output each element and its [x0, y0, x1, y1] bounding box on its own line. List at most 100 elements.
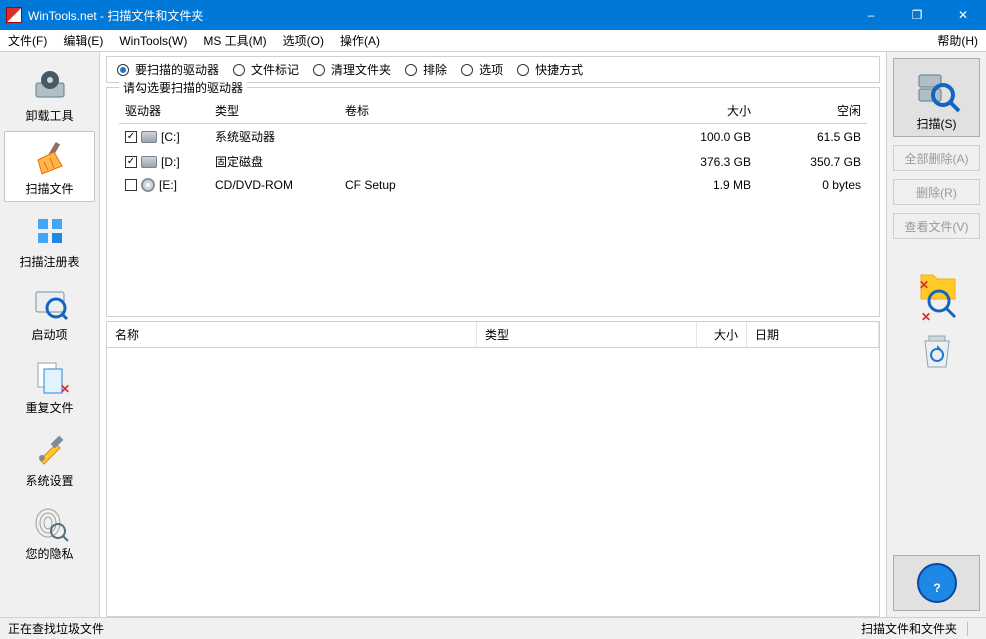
delete-button[interactable]: 删除(R)	[893, 179, 980, 205]
drive-volume	[339, 149, 647, 174]
sidebar: 卸载工具 扫描文件 扫描注册表 启动项 ✕ 重复文件	[0, 52, 100, 617]
sidebar-item-system-settings[interactable]: 系统设置	[4, 423, 95, 494]
menu-file[interactable]: 文件(F)	[0, 30, 55, 51]
app-icon	[6, 7, 22, 23]
tab-cleanup-folders[interactable]: 清理文件夹	[313, 61, 391, 78]
menu-bar: 文件(F) 编辑(E) WinTools(W) MS 工具(M) 选项(O) 操…	[0, 30, 986, 52]
tab-options[interactable]: 选项	[461, 61, 503, 78]
menu-options[interactable]: 选项(O)	[275, 30, 332, 51]
drive-type: CD/DVD-ROM	[209, 174, 339, 196]
drive-name: [D:]	[161, 155, 180, 169]
scan-button[interactable]: 扫描(S)	[893, 58, 980, 137]
registry-icon	[30, 211, 70, 251]
drive-volume	[339, 124, 647, 150]
sidebar-item-privacy[interactable]: 您的隐私	[4, 496, 95, 567]
radio-icon	[517, 64, 529, 76]
col-name[interactable]: 名称	[107, 322, 477, 347]
svg-text:✕: ✕	[921, 310, 931, 323]
sidebar-item-label: 卸载工具	[25, 107, 73, 124]
col-volume[interactable]: 卷标	[339, 98, 647, 124]
svg-text:?: ?	[933, 581, 940, 595]
sidebar-item-duplicates[interactable]: ✕ 重复文件	[4, 350, 95, 421]
cd-drive-icon	[141, 178, 155, 192]
sidebar-item-startup[interactable]: 启动项	[4, 277, 95, 348]
tab-shortcut[interactable]: 快捷方式	[517, 61, 583, 78]
drive-type: 系统驱动器	[209, 124, 339, 150]
sidebar-item-label: 您的隐私	[25, 545, 73, 562]
radio-icon	[313, 64, 325, 76]
minimize-button[interactable]: –	[848, 0, 894, 30]
drive-free: 0 bytes	[757, 174, 867, 196]
drive-checkbox[interactable]	[125, 131, 137, 143]
drive-checkbox[interactable]	[125, 179, 137, 191]
delete-all-button[interactable]: 全部删除(A)	[893, 145, 980, 171]
tab-exclude[interactable]: 排除	[405, 61, 447, 78]
status-bar: 正在查找垃圾文件 扫描文件和文件夹	[0, 617, 986, 639]
tab-drives[interactable]: 要扫描的驱动器	[117, 61, 219, 78]
folder-search-icon[interactable]: ✕✕	[893, 267, 980, 323]
view-file-button[interactable]: 查看文件(V)	[893, 213, 980, 239]
drive-name: [E:]	[159, 178, 177, 192]
scan-button-label: 扫描(S)	[917, 115, 957, 132]
window-controls: – ❐ ✕	[848, 0, 986, 30]
sidebar-item-label: 扫描文件	[25, 180, 73, 197]
tab-file-marks[interactable]: 文件标记	[233, 61, 299, 78]
menu-help[interactable]: 帮助(H)	[929, 30, 986, 51]
maximize-button[interactable]: ❐	[894, 0, 940, 30]
menu-mstools[interactable]: MS 工具(M)	[195, 30, 274, 51]
drive-type: 固定磁盘	[209, 149, 339, 174]
col-size[interactable]: 大小	[647, 98, 757, 124]
radio-icon	[405, 64, 417, 76]
close-button[interactable]: ✕	[940, 0, 986, 30]
drive-row[interactable]: [E:] CD/DVD-ROMCF Setup1.9 MB0 bytes	[119, 174, 867, 196]
hdd-drive-icon	[141, 131, 157, 143]
drive-size: 376.3 GB	[647, 149, 757, 174]
window-title: WinTools.net - 扫描文件和文件夹	[28, 7, 848, 24]
hdd-drive-icon	[141, 156, 157, 168]
sidebar-item-scan-files[interactable]: 扫描文件	[4, 131, 95, 202]
drive-size: 100.0 GB	[647, 124, 757, 150]
results-header: 名称 类型 大小 日期	[107, 322, 879, 348]
drive-volume: CF Setup	[339, 174, 647, 196]
tools-icon	[30, 430, 70, 470]
col-free[interactable]: 空闲	[757, 98, 867, 124]
main-panel: 要扫描的驱动器 文件标记 清理文件夹 排除 选项 快捷方式 请勾选要扫描的驱动器…	[100, 52, 886, 617]
col-type[interactable]: 类型	[477, 322, 697, 347]
drive-size: 1.9 MB	[647, 174, 757, 196]
drive-free: 61.5 GB	[757, 124, 867, 150]
scan-icon	[913, 67, 961, 115]
drives-table: 驱动器 类型 卷标 大小 空闲 [C:] 系统驱动器 100.0 GB61.5 GB…	[119, 98, 867, 196]
col-size[interactable]: 大小	[697, 322, 747, 347]
uninstall-icon	[30, 65, 70, 105]
sidebar-item-uninstall[interactable]: 卸载工具	[4, 58, 95, 129]
drives-group-title: 请勾选要扫描的驱动器	[119, 79, 247, 96]
svg-text:✕: ✕	[60, 382, 70, 396]
fingerprint-icon	[30, 503, 70, 543]
col-date[interactable]: 日期	[747, 322, 879, 347]
drive-free: 350.7 GB	[757, 149, 867, 174]
sidebar-item-label: 启动项	[31, 326, 67, 343]
status-left: 正在查找垃圾文件	[8, 620, 104, 637]
menu-wintools[interactable]: WinTools(W)	[111, 30, 195, 51]
drive-row[interactable]: [D:] 固定磁盘 376.3 GB350.7 GB	[119, 149, 867, 174]
sidebar-item-label: 重复文件	[25, 399, 73, 416]
help-button[interactable]: ?	[893, 555, 980, 611]
svg-text:✕: ✕	[919, 278, 929, 292]
drive-row[interactable]: [C:] 系统驱动器 100.0 GB61.5 GB	[119, 124, 867, 150]
radio-icon	[233, 64, 245, 76]
sidebar-item-label: 系统设置	[25, 472, 73, 489]
col-type[interactable]: 类型	[209, 98, 339, 124]
results-body[interactable]	[107, 348, 879, 616]
menu-edit[interactable]: 编辑(E)	[55, 30, 111, 51]
broom-icon	[30, 138, 70, 178]
sidebar-item-scan-registry[interactable]: 扫描注册表	[4, 204, 95, 275]
drive-name: [C:]	[161, 130, 180, 144]
radio-icon	[117, 64, 129, 76]
drive-checkbox[interactable]	[125, 156, 137, 168]
recycle-bin-icon[interactable]	[893, 331, 980, 371]
menu-actions[interactable]: 操作(A)	[332, 30, 388, 51]
col-drive[interactable]: 驱动器	[119, 98, 209, 124]
drives-group: 请勾选要扫描的驱动器 驱动器 类型 卷标 大小 空闲 [C:]系统驱动器100.…	[106, 87, 880, 317]
title-bar: WinTools.net - 扫描文件和文件夹 – ❐ ✕	[0, 0, 986, 30]
radio-icon	[461, 64, 473, 76]
